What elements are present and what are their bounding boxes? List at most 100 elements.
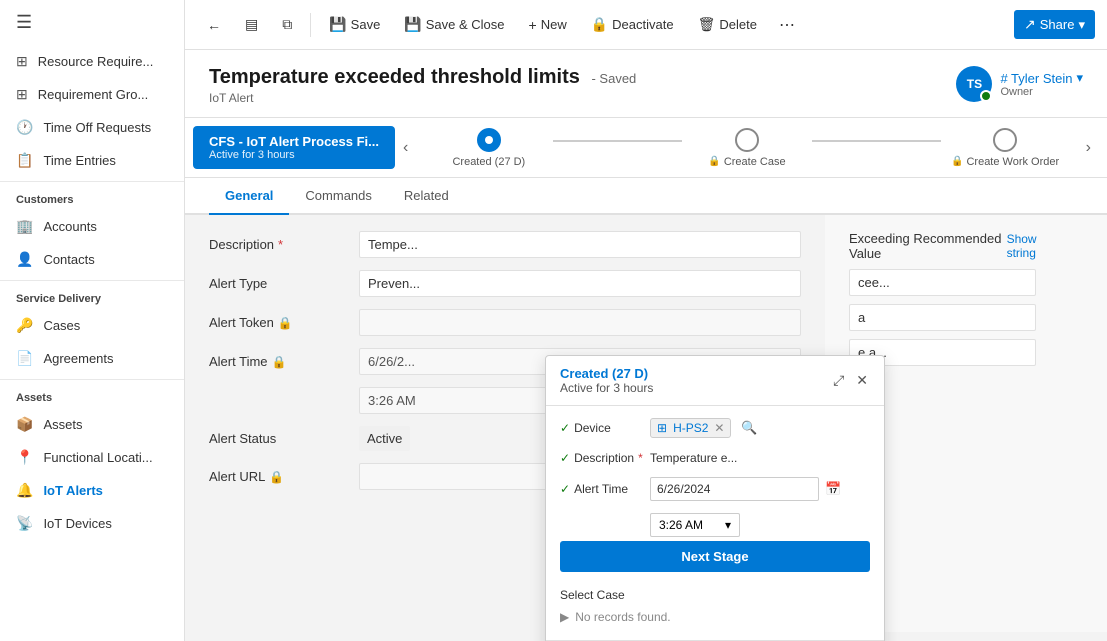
sidebar-item-agreements[interactable]: 📄 Agreements (0, 342, 184, 375)
show-string-button[interactable]: Show string (1007, 232, 1083, 260)
step-label-created: Created (27 D) (452, 156, 525, 168)
step-line-2 (812, 140, 941, 142)
right-panel-input-1[interactable] (849, 269, 1036, 296)
device-chip-close[interactable]: ✕ (714, 421, 724, 435)
form-label-alert-status: Alert Status (209, 431, 359, 446)
next-stage-button[interactable]: Next Stage (560, 541, 870, 572)
process-next-button[interactable]: › (1078, 131, 1099, 165)
popup-field-description: ✓ Description * Temperature e... (560, 450, 870, 465)
check-icon-device: ✓ (560, 421, 570, 435)
record-subtitle: IoT Alert (209, 91, 636, 105)
form-view-button[interactable]: ▤ (235, 10, 268, 39)
assets-section-header: Assets (0, 384, 184, 408)
lock-icon-alert-time: 🔒 (272, 355, 287, 369)
agreements-icon: 📄 (16, 350, 33, 367)
form-icon: ▤ (245, 16, 258, 33)
popup-value-device: ⊞ H-PS2 ✕ 🔍 (650, 418, 870, 438)
popup-expand-button[interactable]: ⤢ (831, 370, 846, 391)
cases-icon: 🔑 (16, 317, 33, 334)
sidebar-item-time-entries[interactable]: 📋 Time Entries (0, 144, 184, 177)
popup-date-row: 📅 (650, 477, 870, 501)
active-stage[interactable]: CFS - IoT Alert Process Fi... Active for… (193, 126, 395, 169)
popup-header: Created (27 D) Active for 3 hours ⤢ ✕ (546, 356, 884, 406)
save-button[interactable]: 💾 Save (319, 10, 390, 39)
alert-token-input (359, 309, 801, 336)
popup-value-alert-time: 📅 (650, 477, 870, 501)
required-indicator-popup-desc: * (638, 451, 643, 465)
check-icon-alert-time: ✓ (560, 482, 570, 496)
tabs-bar: General Commands Related (185, 178, 1107, 215)
record-title: Temperature exceeded threshold limits (209, 66, 580, 88)
process-step-create-case[interactable]: 🔒 Create Case (682, 128, 811, 168)
right-panel-input-2[interactable] (849, 304, 1036, 331)
form-label-alert-type: Alert Type (209, 276, 359, 291)
device-search-icon[interactable]: 🔍 (741, 420, 757, 435)
form-label-alert-token: Alert Token 🔒 (209, 315, 359, 330)
assets-icon: 📦 (16, 416, 33, 433)
popup-field-device: ✓ Device ⊞ H-PS2 ✕ 🔍 (560, 418, 870, 438)
form-label-alert-time: Alert Time 🔒 (209, 354, 359, 369)
stage-name: CFS - IoT Alert Process Fi... (209, 134, 379, 149)
popup-date-input[interactable] (650, 477, 819, 501)
step-line-1 (553, 140, 682, 142)
process-step-create-work-order[interactable]: 🔒 Create Work Order (941, 128, 1070, 168)
functional-icon: 📍 (16, 449, 33, 466)
service-section-header: Service Delivery (0, 285, 184, 309)
save-icon: 💾 (329, 16, 346, 33)
popup-time-input[interactable]: 3:26 AM ▾ (650, 513, 740, 537)
sidebar-item-requirement-gro[interactable]: ⊞ Requirement Gro... (0, 78, 184, 111)
sidebar-item-time-off-requests[interactable]: 🕐 Time Off Requests (0, 111, 184, 144)
tab-commands[interactable]: Commands (289, 178, 387, 215)
delete-icon: 🗑 (698, 16, 716, 33)
sidebar-item-iot-alerts[interactable]: 🔔 IoT Alerts (0, 474, 184, 507)
process-back-button[interactable]: ‹ (395, 131, 416, 165)
sidebar-item-iot-devices[interactable]: 📡 IoT Devices (0, 507, 184, 540)
delete-button[interactable]: 🗑 Delete (688, 10, 767, 39)
device-chip-icon: ⊞ (657, 421, 667, 435)
back-button[interactable]: ← (197, 11, 231, 39)
popup-description-value: Temperature e... (650, 451, 737, 465)
sidebar-item-assets[interactable]: 📦 Assets (0, 408, 184, 441)
owner-info: # Tyler Stein ▾ Owner (1000, 70, 1083, 98)
form-label-description: Description * (209, 237, 359, 252)
sidebar-item-resource-require[interactable]: ⊞ Resource Require... (0, 45, 184, 78)
share-icon: ↗ (1024, 16, 1036, 33)
deactivate-button[interactable]: 🔒 Deactivate (581, 10, 684, 39)
sidebar-item-functional-locati[interactable]: 📍 Functional Locati... (0, 441, 184, 474)
step-circle-create-case (735, 128, 759, 152)
popup-close-x-button[interactable]: ✕ (854, 370, 870, 391)
owner-name[interactable]: # Tyler Stein ▾ (1000, 70, 1083, 86)
sidebar-item-cases[interactable]: 🔑 Cases (0, 309, 184, 342)
triangle-icon: ▶ (560, 610, 569, 624)
form-label-alert-url: Alert URL 🔒 (209, 469, 359, 484)
save-close-button[interactable]: 💾 Save & Close (394, 10, 514, 39)
tab-related[interactable]: Related (388, 178, 465, 215)
record-header: Temperature exceeded threshold limits - … (185, 50, 1107, 118)
hamburger-menu-icon[interactable]: ☰ (0, 0, 184, 45)
popup-value-description: Temperature e... (650, 450, 870, 465)
alert-status-badge: Active (359, 426, 410, 451)
device-chip[interactable]: ⊞ H-PS2 ✕ (650, 418, 731, 438)
more-options-button[interactable]: ⋯ (771, 9, 803, 41)
process-stages: Created (27 D) 🔒 Create Case (416, 128, 1077, 168)
requirement-icon: ⊞ (16, 86, 28, 103)
resource-icon: ⊞ (16, 53, 28, 70)
tab-general[interactable]: General (209, 178, 289, 215)
popup-label-device: ✓ Device (560, 421, 650, 435)
back-icon: ← (207, 17, 221, 33)
sidebar-item-accounts[interactable]: 🏢 Accounts (0, 210, 184, 243)
time-entries-icon: 📋 (16, 152, 33, 169)
toolbar-sep-1 (310, 13, 311, 37)
sidebar-item-contacts[interactable]: 👤 Contacts (0, 243, 184, 276)
process-icon: ⧉ (282, 16, 292, 33)
alert-type-input[interactable] (359, 270, 801, 297)
description-input[interactable] (359, 231, 801, 258)
calendar-icon[interactable]: 📅 (825, 481, 841, 497)
step-label-create-case: 🔒 Create Case (708, 156, 785, 168)
new-icon: + (529, 17, 537, 33)
share-button[interactable]: ↗ Share ▾ (1014, 10, 1095, 39)
process-view-button[interactable]: ⧉ (272, 10, 302, 39)
process-step-created[interactable]: Created (27 D) (424, 128, 553, 168)
new-button[interactable]: + New (519, 11, 577, 39)
divider-3 (0, 379, 184, 380)
